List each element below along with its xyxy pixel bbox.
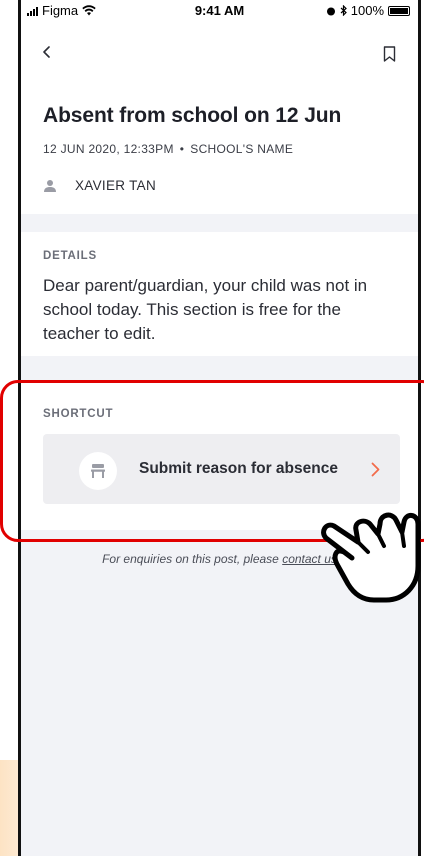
post-date: 12 JUN 2020, 12:33PM (43, 142, 174, 156)
back-chevron-icon[interactable] (41, 46, 53, 58)
screen: Figma 9:41 AM 100% Absent from school on… (0, 0, 424, 856)
post-header: Absent from school on 12 Jun 12 JUN 2020… (21, 22, 418, 214)
student-name: XAVIER TAN (75, 178, 157, 193)
alarm-icon (326, 7, 335, 15)
student-row: XAVIER TAN (43, 178, 156, 193)
details-body: Dear parent/guardian, your child was not… (43, 276, 368, 343)
meta-separator: • (179, 142, 185, 156)
page-title: Absent from school on 12 Jun (43, 104, 342, 127)
person-icon (44, 179, 56, 192)
enquiry-text: For enquiries on this post, please (102, 552, 283, 566)
details-section: DETAILS Dear parent/guardian, your child… (21, 232, 418, 356)
status-right: 100% (326, 3, 410, 18)
battery-percent: 100% (350, 3, 384, 18)
post-meta: 12 JUN 2020, 12:33PM • SCHOOL'S NAME (43, 142, 293, 156)
battery-icon (388, 5, 410, 16)
details-label: DETAILS (43, 250, 97, 262)
pointing-hand-icon (321, 512, 421, 603)
school-name: SCHOOL'S NAME (190, 142, 294, 156)
bluetooth-icon (340, 5, 347, 16)
status-bar: Figma 9:41 AM 100% (21, 0, 418, 22)
bookmark-icon[interactable] (383, 46, 396, 62)
